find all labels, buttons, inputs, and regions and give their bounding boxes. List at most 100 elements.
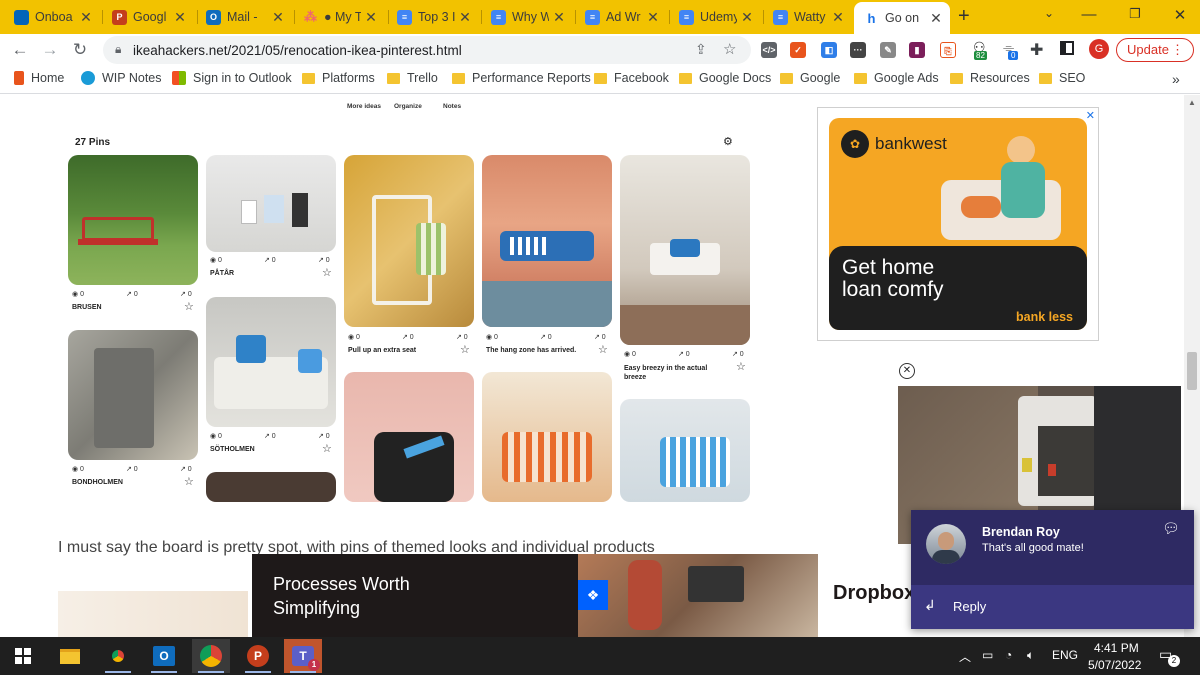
google-docs-icon: ≡ bbox=[491, 9, 506, 25]
google-docs-icon: ≡ bbox=[773, 9, 788, 25]
extension-grammar-icon[interactable]: ✓ bbox=[790, 42, 806, 58]
close-icon[interactable]: ✕ bbox=[78, 9, 94, 26]
extension-clip-icon[interactable]: ⎘ bbox=[940, 42, 956, 58]
chat-bubble-icon[interactable]: 💬︎ bbox=[1162, 520, 1180, 537]
close-icon[interactable]: ✕ bbox=[172, 9, 188, 26]
tab-go-on-active[interactable]: h Go on ✕ bbox=[854, 2, 950, 34]
scroll-thumb[interactable] bbox=[1187, 352, 1197, 390]
tab-udemy[interactable]: ≡ Udemy ✕ bbox=[673, 4, 761, 30]
battery-icon[interactable]: ▭ bbox=[982, 648, 993, 662]
extension-window-icon[interactable]: ◧ bbox=[821, 42, 837, 58]
forward-icon[interactable]: → bbox=[37, 37, 63, 63]
extension-code-icon[interactable]: </> bbox=[761, 42, 777, 58]
url-text[interactable]: ikeahackers.net/2021/05/renocation-ikea-… bbox=[133, 43, 462, 58]
tab-googl[interactable]: P Googl ✕ bbox=[106, 4, 194, 30]
tab-title: Top 3 I bbox=[418, 10, 455, 24]
dropbox-headline-line2: Simplifying bbox=[273, 598, 361, 618]
folder-icon bbox=[452, 72, 465, 84]
minimize-icon[interactable]: — bbox=[1069, 6, 1109, 23]
powerpoint-taskbar-icon[interactable]: P bbox=[239, 639, 277, 673]
onedrive-icon bbox=[14, 9, 29, 25]
bookmark-outlook[interactable]: Sign in to Outlook bbox=[172, 71, 292, 85]
bookmark-performance-reports[interactable]: Performance Reports bbox=[452, 71, 591, 85]
volume-icon[interactable]: 🔈︎ bbox=[1027, 648, 1034, 663]
side-panel-icon[interactable] bbox=[1060, 41, 1074, 55]
tab-mail[interactable]: O Mail - ✕ bbox=[200, 4, 292, 30]
bookmark-trello[interactable]: Trello bbox=[387, 71, 438, 85]
window-close-icon[interactable]: ✕ bbox=[1160, 6, 1200, 24]
pin-caption: SÖTHOLMEN bbox=[210, 446, 255, 453]
bookmark-google-docs[interactable]: Google Docs bbox=[679, 71, 771, 85]
bookmark-star-icon[interactable]: ☆ bbox=[723, 40, 736, 58]
video-close-icon[interactable]: ✕ bbox=[899, 363, 915, 379]
tab-ad-wr[interactable]: ≡ Ad Wr ✕ bbox=[579, 4, 667, 30]
bookmark-google-ads[interactable]: Google Ads bbox=[854, 71, 939, 85]
language-indicator[interactable]: ENG bbox=[1052, 648, 1078, 662]
powerpoint-icon: P bbox=[112, 9, 127, 25]
dropbox-ad-dark-panel: Processes Worth Simplifying bbox=[252, 554, 578, 637]
pin-caption: The hang zone has arrived. bbox=[486, 347, 577, 354]
tab-watty[interactable]: ≡ Watty ✕ bbox=[767, 4, 852, 30]
teams-notification[interactable]: Brendan Roy That's all good mate! 💬︎ ↲ R… bbox=[911, 510, 1194, 629]
extension-pen-icon[interactable]: ✎ bbox=[880, 42, 896, 58]
bookmark-resources[interactable]: Resources bbox=[950, 71, 1030, 85]
share-icon[interactable]: ⇪ bbox=[695, 41, 707, 58]
clock-date[interactable]: 5/07/2022 bbox=[1088, 658, 1141, 672]
more-bookmarks-icon[interactable]: » bbox=[1172, 71, 1180, 87]
close-icon[interactable]: ✕ bbox=[645, 9, 661, 26]
extensions-puzzle-icon[interactable]: ✚ bbox=[1030, 40, 1043, 60]
tab-onboa[interactable]: Onboa ✕ bbox=[8, 4, 100, 30]
chrome-profile-icon[interactable] bbox=[99, 639, 137, 673]
new-tab-icon[interactable]: + bbox=[958, 5, 970, 28]
clock-time[interactable]: 4:41 PM bbox=[1094, 641, 1139, 655]
ad-close-icon[interactable]: ✕ bbox=[1086, 109, 1095, 122]
extension-badge-82[interactable]: ⚇ 82 bbox=[970, 39, 992, 61]
bankwest-ad-creative: ✿ bankwest Get home loan comfy bank less bbox=[829, 118, 1087, 330]
bookmark-platforms[interactable]: Platforms bbox=[302, 71, 375, 85]
pin-image-orange-room bbox=[482, 372, 612, 502]
dropbox-ad[interactable]: Processes Worth Simplifying ❖ Dropbox bbox=[252, 554, 932, 637]
tab-why-w[interactable]: ≡ Why W ✕ bbox=[485, 4, 573, 30]
bankwest-ad[interactable]: ✕ ✿ bankwest Get home loan comfy bank le… bbox=[817, 107, 1099, 341]
update-button[interactable]: Update ⋮ bbox=[1116, 38, 1194, 62]
windows-start-icon[interactable] bbox=[4, 639, 42, 673]
profile-avatar[interactable]: G bbox=[1089, 39, 1109, 59]
tab-strip: Onboa ✕ P Googl ✕ O Mail - ✕ ⁂ ● My T ✕ … bbox=[0, 0, 1200, 34]
close-icon[interactable]: ✕ bbox=[363, 9, 379, 26]
close-icon[interactable]: ✕ bbox=[457, 9, 473, 26]
back-icon[interactable]: ← bbox=[7, 37, 33, 63]
ad-brand: bankwest bbox=[875, 134, 947, 153]
folder-icon bbox=[1039, 72, 1052, 84]
notification-center-icon[interactable]: ▭ 2 bbox=[1157, 645, 1180, 667]
wifi-icon[interactable]: ◔ bbox=[1005, 648, 1012, 662]
close-icon[interactable]: ✕ bbox=[830, 9, 846, 26]
bookmark-google[interactable]: Google bbox=[780, 71, 840, 85]
extension-badge-0[interactable]: ⌯ 0 bbox=[1000, 39, 1022, 61]
tab-top-3[interactable]: ≡ Top 3 I ✕ bbox=[391, 4, 479, 30]
tab-my-tasks[interactable]: ⁂ ● My T ✕ bbox=[297, 4, 385, 30]
file-explorer-icon[interactable] bbox=[51, 639, 89, 673]
restore-icon[interactable]: ❐ bbox=[1115, 6, 1155, 22]
extension-dots-icon[interactable]: ··· bbox=[850, 42, 866, 58]
close-icon[interactable]: ✕ bbox=[739, 9, 755, 26]
extension-chart-icon[interactable]: ▮ bbox=[909, 42, 925, 58]
toast-reply-button[interactable]: ↲ Reply bbox=[911, 585, 1194, 629]
lock-icon: 🔒︎ bbox=[115, 42, 122, 56]
close-icon[interactable]: ✕ bbox=[270, 9, 286, 26]
bookmark-wip-notes[interactable]: WIP Notes bbox=[81, 71, 162, 85]
close-icon[interactable]: ✕ bbox=[551, 9, 567, 26]
tab-search-icon[interactable]: ⌄ bbox=[1029, 6, 1069, 20]
reload-icon[interactable]: ↻ bbox=[67, 37, 93, 63]
bookmark-seo[interactable]: SEO bbox=[1039, 71, 1085, 85]
address-bar[interactable]: 🔒︎ ikeahackers.net/2021/05/renocation-ik… bbox=[103, 36, 751, 64]
close-icon[interactable]: ✕ bbox=[928, 10, 944, 27]
tab-title: Watty bbox=[794, 10, 826, 24]
show-hidden-icons[interactable]: ︿ bbox=[959, 648, 971, 665]
toast-sender: Brendan Roy bbox=[982, 525, 1060, 539]
outlook-taskbar-icon[interactable]: O bbox=[145, 639, 183, 673]
teams-taskbar-icon[interactable]: T 1 bbox=[284, 639, 322, 673]
bookmark-facebook[interactable]: Facebook bbox=[594, 71, 669, 85]
chrome-taskbar-icon[interactable] bbox=[192, 639, 230, 673]
bookmark-home[interactable]: Home bbox=[14, 71, 64, 85]
dropbox-headline-line1: Processes Worth bbox=[273, 574, 410, 594]
